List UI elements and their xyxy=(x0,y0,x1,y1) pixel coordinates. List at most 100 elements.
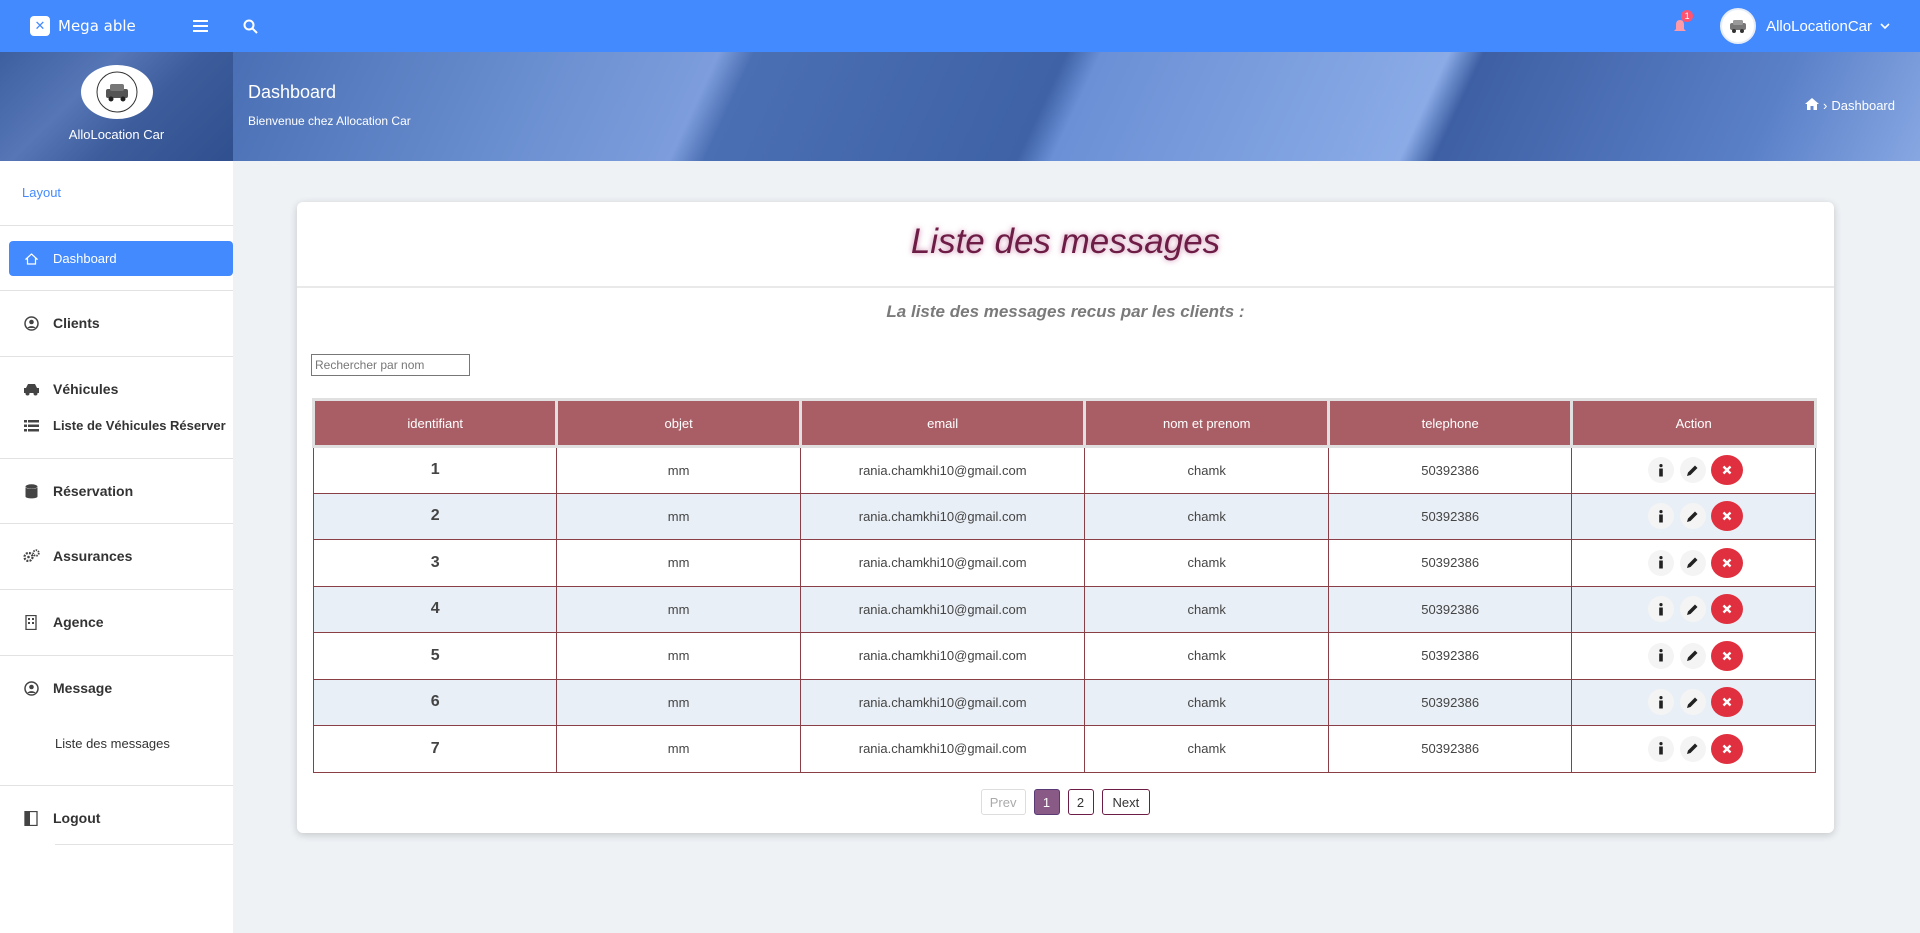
sidebar-item-dashboard[interactable]: Dashboard xyxy=(9,241,233,276)
info-icon[interactable] xyxy=(1647,642,1674,669)
brand-name: Mega able xyxy=(58,17,136,35)
info-icon[interactable] xyxy=(1647,735,1674,762)
page-2-button[interactable]: 2 xyxy=(1067,789,1094,815)
sidebar-item-assurances[interactable]: Assurances xyxy=(22,548,132,564)
info-icon[interactable] xyxy=(1647,596,1674,623)
objet-cell: mm xyxy=(556,446,801,494)
sidebar-brand-title: AlloLocation Car xyxy=(68,127,165,142)
search-icon[interactable] xyxy=(240,16,260,36)
nom-cell: chamk xyxy=(1084,539,1329,587)
edit-pencil-icon[interactable] xyxy=(1679,549,1706,576)
row-actions xyxy=(1572,547,1815,578)
delete-icon[interactable] xyxy=(1710,547,1743,578)
divider xyxy=(0,225,233,226)
menu-toggle-icon[interactable] xyxy=(190,16,210,36)
email-cell: rania.chamkhi10@gmail.com xyxy=(799,539,1086,587)
sidebar-item-clients[interactable]: Clients xyxy=(22,315,100,331)
sidebar-item-label: Clients xyxy=(53,315,100,331)
edit-pencil-icon[interactable] xyxy=(1679,503,1706,530)
user-menu[interactable]: AlloLocationCar xyxy=(1720,8,1890,44)
info-icon[interactable] xyxy=(1647,457,1674,484)
delete-icon[interactable] xyxy=(1710,640,1743,671)
objet-cell: mm xyxy=(556,725,801,773)
next-page-button[interactable]: Next xyxy=(1101,789,1151,815)
edit-pencil-icon[interactable] xyxy=(1679,596,1706,623)
row-actions xyxy=(1572,733,1815,764)
id-cell-value: 1 xyxy=(312,446,558,494)
sidebar-item-agence[interactable]: Agence xyxy=(22,614,104,630)
user-name: AlloLocationCar xyxy=(1766,17,1872,35)
sidebar-item-reservation[interactable]: Réservation xyxy=(22,483,133,499)
prev-page-button[interactable]: Prev xyxy=(980,789,1026,815)
delete-icon[interactable] xyxy=(1710,594,1743,625)
objet-cell: mm xyxy=(556,632,801,680)
nom-cell: chamk xyxy=(1084,585,1329,633)
nom-cell: chamk xyxy=(1084,678,1329,726)
column-header: nom et prenom xyxy=(1083,398,1330,448)
brand[interactable]: ✕ Mega able xyxy=(0,16,190,36)
sidebar: Layout Dashboard Clients Véhicules Liste… xyxy=(0,161,233,933)
telephone-cell: 50392386 xyxy=(1327,725,1573,773)
delete-icon[interactable] xyxy=(1710,455,1743,486)
action-cell xyxy=(1571,725,1816,773)
gears-icon xyxy=(22,549,40,563)
email-cell: rania.chamkhi10@gmail.com xyxy=(799,585,1086,633)
sidebar-item-liste-vehicules[interactable]: Liste de Véhicules Réserver xyxy=(22,418,226,433)
building-icon xyxy=(22,614,40,630)
sidebar-subitem-liste-messages[interactable]: Liste des messages xyxy=(55,736,170,751)
divider xyxy=(297,286,1834,288)
row-actions xyxy=(1572,640,1815,671)
column-header: identifiant xyxy=(311,398,559,448)
id-cell-value: 6 xyxy=(312,678,558,726)
sidebar-item-logout[interactable]: Logout xyxy=(22,810,100,826)
sidebar-item-label: Véhicules xyxy=(53,381,119,397)
edit-pencil-icon[interactable] xyxy=(1679,735,1706,762)
info-icon[interactable] xyxy=(1647,549,1674,576)
column-header: telephone xyxy=(1326,398,1574,448)
divider xyxy=(0,523,233,524)
pagination: Prev 1 2 Next xyxy=(297,789,1834,815)
sidebar-item-message[interactable]: Message xyxy=(22,680,112,696)
nom-cell: chamk xyxy=(1084,446,1329,494)
user-circle-icon xyxy=(22,315,40,331)
table-row: 5 mm rania.chamkhi10@gmail.com chamk 5039238… xyxy=(312,632,1816,680)
delete-icon[interactable] xyxy=(1710,687,1743,718)
notification-badge: 1 xyxy=(1681,10,1694,22)
row-actions xyxy=(1572,687,1815,718)
delete-icon[interactable] xyxy=(1710,733,1743,764)
sidebar-item-label: Assurances xyxy=(53,548,133,564)
sidebar-item-label: Agence xyxy=(53,614,104,630)
list-icon xyxy=(22,419,40,432)
search-input[interactable] xyxy=(311,354,470,376)
database-icon xyxy=(22,483,40,499)
breadcrumb: › Dashboard xyxy=(1801,98,1895,113)
objet-cell: mm xyxy=(556,585,801,633)
column-header: objet xyxy=(555,398,802,448)
breadcrumb-dashboard[interactable]: Dashboard xyxy=(1831,98,1895,113)
edit-pencil-icon[interactable] xyxy=(1679,457,1706,484)
telephone-cell: 50392386 xyxy=(1327,492,1573,540)
sidebar-item-vehicules[interactable]: Véhicules xyxy=(22,381,118,397)
notification-bell-icon[interactable]: 1 xyxy=(1670,10,1694,36)
home-icon[interactable] xyxy=(1805,98,1820,113)
sidebar-header: AlloLocation Car xyxy=(0,52,233,161)
card-subtitle: La liste des messages recus par les clie… xyxy=(886,302,1245,321)
breadcrumb-separator: › xyxy=(1823,98,1828,113)
objet-cell: mm xyxy=(556,678,801,726)
avatar xyxy=(1720,8,1757,44)
delete-icon[interactable] xyxy=(1710,501,1743,532)
objet-cell: mm xyxy=(556,539,801,587)
table-row: 4 mm rania.chamkhi10@gmail.com chamk 5039238… xyxy=(312,585,1816,633)
messages-card: Liste des messages La liste des messages… xyxy=(297,202,1834,833)
row-actions xyxy=(1572,501,1815,532)
info-icon[interactable] xyxy=(1647,689,1674,716)
nom-cell: chamk xyxy=(1084,725,1329,773)
edit-pencil-icon[interactable] xyxy=(1679,642,1706,669)
page-title: Dashboard xyxy=(248,82,337,102)
info-icon[interactable] xyxy=(1647,503,1674,530)
edit-pencil-icon[interactable] xyxy=(1679,689,1706,716)
telephone-cell: 50392386 xyxy=(1327,678,1573,726)
table-row: 2 mm rania.chamkhi10@gmail.com chamk 5039238… xyxy=(312,492,1816,540)
table-row: 7 mm rania.chamkhi10@gmail.com chamk 5039238… xyxy=(312,725,1816,773)
page-1-button[interactable]: 1 xyxy=(1033,789,1060,815)
